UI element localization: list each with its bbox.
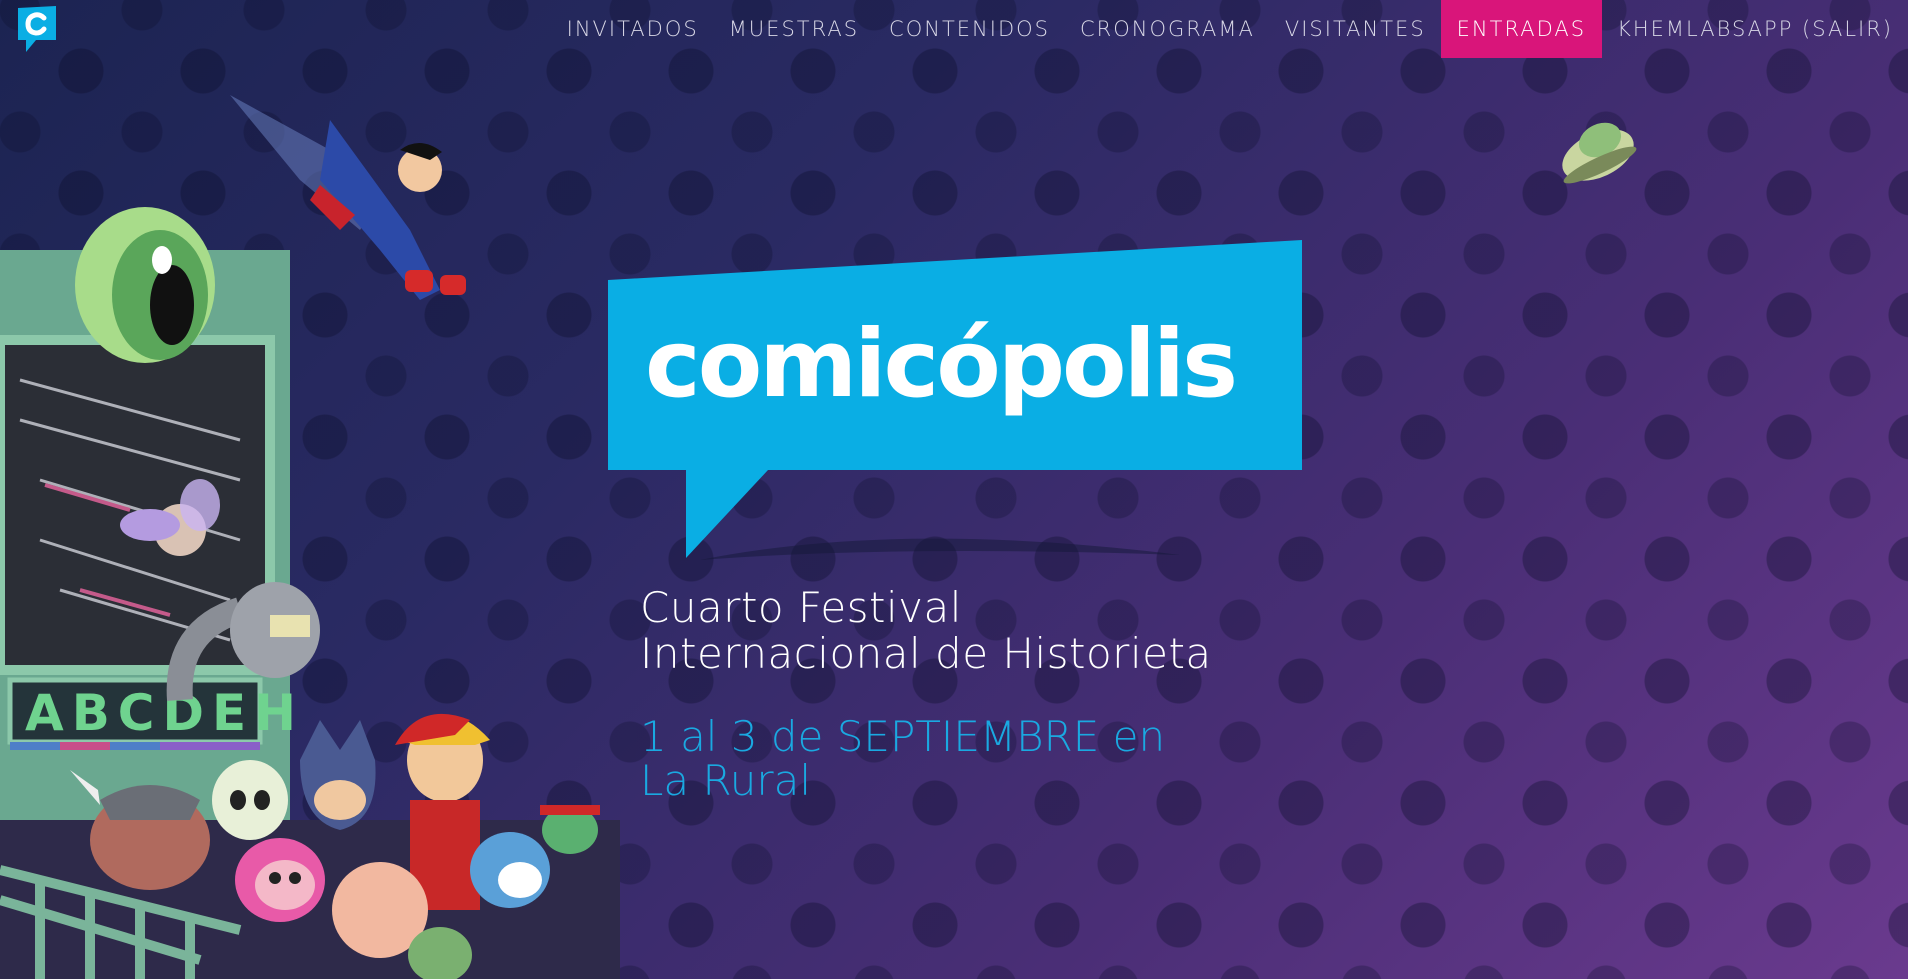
festival-dates: 1 al 3 de SEPTIEMBRE en La Rural — [640, 715, 1260, 803]
nav-entradas-button[interactable]: ENTRADAS — [1440, 0, 1603, 58]
brand-wordmark: comicópolis — [645, 310, 1238, 419]
festival-subtitle: Cuarto Festival Internacional de Histori… — [640, 585, 1340, 677]
subtitle-line-2: Internacional de Historieta — [640, 629, 1212, 678]
nav-logout-link[interactable]: KHEMLABSAPP (SALIR) — [1602, 0, 1908, 58]
subtitle-line-1: Cuarto Festival — [640, 583, 962, 632]
nav-invitados[interactable]: INVITADOS — [552, 0, 714, 58]
dates-line-1: 1 al 3 de SEPTIEMBRE en — [640, 712, 1166, 761]
nav-contenidos[interactable]: CONTENIDOS — [874, 0, 1065, 58]
nav-visitantes[interactable]: VISITANTES — [1270, 0, 1441, 58]
comicopolis-logo-icon[interactable] — [18, 6, 56, 52]
nav-muestras[interactable]: MUESTRAS — [714, 0, 874, 58]
nav-cronograma[interactable]: CRONOGRAMA — [1065, 0, 1270, 58]
dates-line-2: La Rural — [640, 756, 812, 805]
main-navigation: INVITADOS MUESTRAS CONTENIDOS CRONOGRAMA… — [552, 0, 1908, 58]
